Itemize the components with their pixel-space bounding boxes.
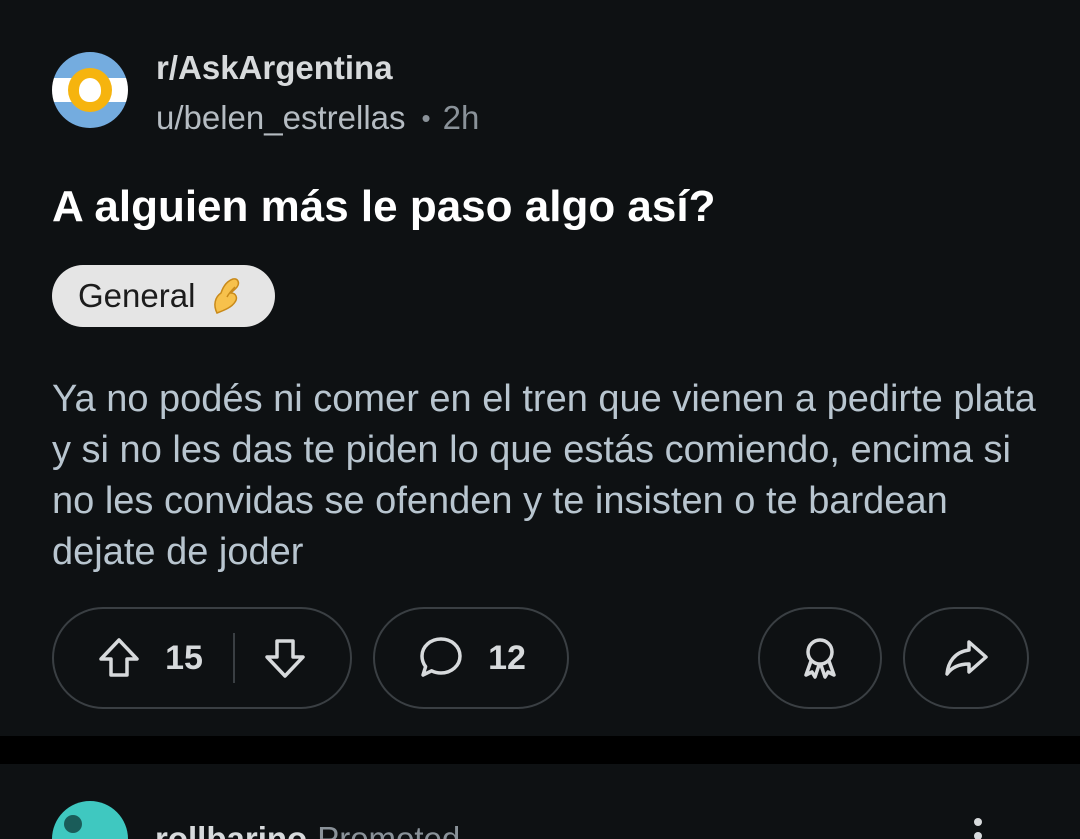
- award-button[interactable]: [758, 607, 882, 709]
- post-flair[interactable]: General: [52, 265, 276, 327]
- post-header: r/AskArgentina u/belen_estrellas • 2h: [52, 50, 479, 136]
- pinched-fingers-emoji: [205, 275, 247, 317]
- subreddit-name[interactable]: r/AskArgentina: [156, 50, 479, 86]
- flair-label: General: [78, 277, 196, 314]
- comment-icon: [416, 633, 466, 683]
- award-icon: [795, 633, 845, 683]
- promoted-author[interactable]: rollbarino: [155, 820, 307, 839]
- share-button[interactable]: [903, 607, 1029, 709]
- upvote-icon[interactable]: [95, 634, 143, 682]
- separator-dot: •: [421, 103, 431, 133]
- comments-button[interactable]: 12: [373, 607, 569, 709]
- comment-count: 12: [488, 638, 526, 677]
- promoted-header: rollbarino Promoted: [155, 820, 460, 839]
- promoted-badge: Promoted: [317, 820, 461, 839]
- byline: u/belen_estrellas • 2h: [156, 100, 479, 136]
- vote-bar: 15: [52, 607, 352, 709]
- more-vertical-icon[interactable]: [968, 816, 988, 839]
- post-title[interactable]: A alguien más le paso algo así?: [52, 180, 715, 234]
- share-icon: [941, 633, 991, 683]
- author-name[interactable]: u/belen_estrellas: [156, 100, 406, 136]
- subreddit-avatar[interactable]: [52, 52, 128, 128]
- upvote-count: 15: [165, 638, 203, 677]
- next-post-card[interactable]: rollbarino Promoted: [0, 764, 1080, 839]
- promoted-avatar[interactable]: [52, 801, 128, 839]
- post-time: 2h: [442, 99, 480, 136]
- downvote-icon[interactable]: [261, 634, 309, 682]
- feed-divider: [0, 736, 1080, 764]
- post-body[interactable]: Ya no podés ni comer en el tren que vien…: [52, 374, 1052, 578]
- post-card[interactable]: r/AskArgentina u/belen_estrellas • 2h A …: [0, 0, 1080, 736]
- vote-divider: [232, 633, 235, 683]
- post-meta: r/AskArgentina u/belen_estrellas • 2h: [156, 50, 479, 136]
